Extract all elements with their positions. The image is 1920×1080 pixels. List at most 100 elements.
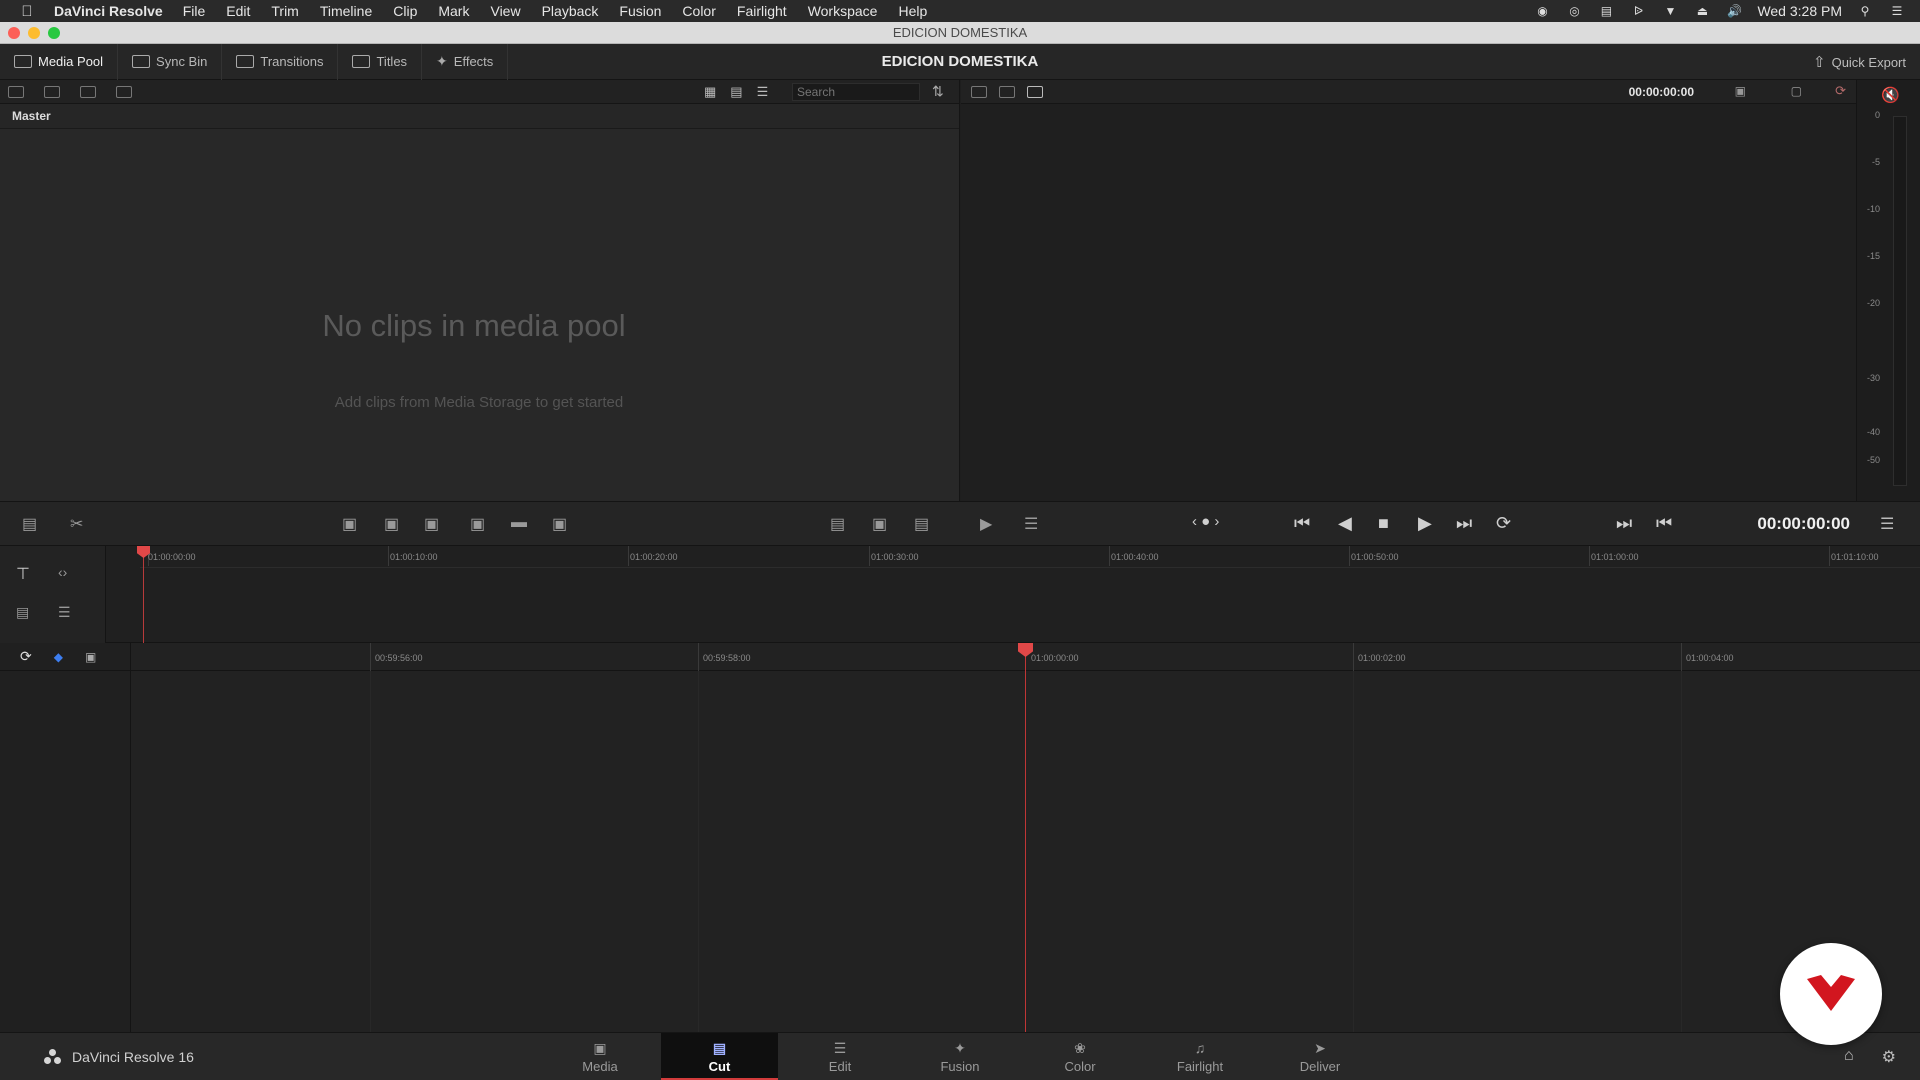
upper-timeline[interactable]: ⊤ ‹› ▤ ☰ 01:00:00:00 01:00:10:00 01:00:2…	[0, 546, 1920, 643]
relink-icon[interactable]	[116, 85, 132, 98]
upper-playhead[interactable]	[143, 546, 144, 643]
fit-to-fill-icon[interactable]: ▣	[872, 514, 887, 534]
sync-bin-button[interactable]: Sync Bin	[118, 43, 223, 80]
bin-name[interactable]: Master	[0, 104, 959, 129]
import-folder-icon[interactable]	[80, 85, 96, 98]
go-to-out-icon[interactable]: ⏮	[1656, 513, 1672, 534]
thumbnail-view-icon[interactable]: ▦	[704, 84, 716, 100]
eject-icon[interactable]: ⏏	[1693, 4, 1711, 18]
tab-media[interactable]: ▣ Media	[552, 1033, 648, 1080]
menu-fusion[interactable]: Fusion	[619, 3, 661, 19]
ripple-overwrite-icon[interactable]: ▣	[424, 514, 439, 534]
clip-display-icon[interactable]: ▣	[85, 650, 96, 664]
smart-bins-icon[interactable]: ▤	[22, 514, 37, 534]
apple-menu-icon[interactable]: 	[0, 3, 54, 20]
export-icon: ⇧	[1813, 54, 1826, 71]
menu-playback[interactable]: Playback	[542, 3, 599, 19]
volume-icon[interactable]: 🔊	[1725, 4, 1743, 18]
media-pool-button[interactable]: Media Pool	[0, 43, 119, 80]
place-on-top-icon[interactable]: ▬	[511, 514, 527, 532]
source-tape-icon[interactable]	[999, 86, 1015, 98]
menu-workspace[interactable]: Workspace	[808, 3, 878, 19]
audio-track-icon[interactable]: ☰	[58, 604, 71, 621]
playback-mode-icon[interactable]: ▶	[980, 514, 992, 534]
menu-view[interactable]: View	[490, 3, 520, 19]
home-icon[interactable]: ⌂	[1844, 1047, 1854, 1067]
safe-area-icon[interactable]: ▣	[1735, 84, 1746, 98]
menu-help[interactable]: Help	[898, 3, 927, 19]
tab-cut-label: Cut	[708, 1059, 731, 1074]
go-to-in-icon[interactable]: ⏭	[1616, 513, 1632, 534]
track-height-icon[interactable]: ▤	[16, 604, 29, 621]
menu-clip[interactable]: Clip	[393, 3, 417, 19]
bluetooth-icon[interactable]: ᐉ	[1629, 4, 1647, 18]
menu-trim[interactable]: Trim	[271, 3, 298, 19]
mute-icon[interactable]: 🔇	[1881, 86, 1900, 104]
quick-export-button[interactable]: ⇧ Quick Export	[1813, 44, 1906, 80]
minimize-window-icon[interactable]	[28, 27, 40, 39]
audio-waveform-icon[interactable]: ▤	[914, 514, 929, 534]
sidebar-toggle-icon[interactable]	[8, 85, 24, 98]
filmstrip-view-icon[interactable]: ▤	[730, 84, 742, 100]
notification-center-icon[interactable]: ☰	[1888, 4, 1906, 18]
screen-record-icon[interactable]: ◉	[1533, 4, 1551, 18]
stop-icon[interactable]: ■	[1378, 513, 1389, 534]
loop-icon[interactable]: ⟳	[1496, 513, 1511, 534]
menu-app-name[interactable]: DaVinci Resolve	[54, 3, 163, 19]
transitions-button[interactable]: Transitions	[222, 43, 339, 80]
viewer-mode-icon[interactable]: ▢	[1791, 84, 1802, 98]
media-pool-search-input[interactable]	[792, 83, 920, 101]
skip-to-end-icon[interactable]: ⏭	[1456, 513, 1472, 534]
drive-icon[interactable]: ▤	[1597, 4, 1615, 18]
snap-tool-icon[interactable]: ⊤	[16, 564, 30, 584]
viewer-settings-icon[interactable]: ☰	[1024, 514, 1038, 534]
source-clip-icon[interactable]	[971, 86, 987, 98]
viewer-panel: 00:00:00:00 ▣ ▢ ⟳	[961, 80, 1856, 501]
spotlight-search-icon[interactable]: ⚲	[1856, 4, 1874, 18]
tab-fairlight[interactable]: ♫ Fairlight	[1152, 1033, 1248, 1080]
options-menu-icon[interactable]: ☰	[1880, 514, 1894, 534]
menu-fairlight[interactable]: Fairlight	[737, 3, 787, 19]
tab-cut[interactable]: ▤ Cut	[661, 1033, 778, 1080]
wifi-icon[interactable]: ▼	[1661, 4, 1679, 18]
menu-color[interactable]: Color	[682, 3, 715, 19]
lower-timeline[interactable]: ⟳ ◆ ▣ 00:59:56:00 00:59:58:00 01:00:00:0…	[0, 643, 1920, 1032]
tab-fusion[interactable]: ✦ Fusion	[912, 1033, 1008, 1080]
marker-icon[interactable]: ◆	[54, 650, 63, 664]
list-view-icon[interactable]: ☰	[757, 84, 769, 100]
menu-edit[interactable]: Edit	[226, 3, 250, 19]
razor-tool-icon[interactable]: ⟳	[20, 648, 32, 665]
close-window-icon[interactable]	[8, 27, 20, 39]
creative-cloud-icon[interactable]: ◎	[1565, 4, 1583, 18]
trim-tool-icon[interactable]: ‹›	[58, 564, 67, 580]
timeline-view-icon[interactable]	[1027, 86, 1043, 98]
lower-playhead[interactable]	[1025, 643, 1026, 1032]
tab-edit[interactable]: ☰ Edit	[792, 1033, 888, 1080]
import-media-icon[interactable]	[44, 85, 60, 98]
menu-timeline[interactable]: Timeline	[320, 3, 372, 19]
settings-gear-icon[interactable]: ⚙	[1882, 1047, 1896, 1067]
play-reverse-icon[interactable]: ◀	[1338, 513, 1352, 534]
play-icon[interactable]: ▶	[1418, 513, 1432, 534]
meter-tick: -15	[1866, 251, 1880, 261]
split-clip-icon[interactable]: ▤	[830, 514, 845, 534]
titles-button[interactable]: Titles	[338, 43, 423, 80]
sort-icon[interactable]: ⇅	[932, 83, 944, 100]
close-up-icon[interactable]: ▣	[470, 514, 485, 534]
smart-insert-icon[interactable]: ▣	[342, 514, 357, 534]
append-icon[interactable]: ▣	[384, 514, 399, 534]
upper-ruler[interactable]: 01:00:00:00 01:00:10:00 01:00:20:00 01:0…	[140, 546, 1920, 568]
media-pool-label: Media Pool	[38, 54, 104, 69]
prev-clip-icon[interactable]: ‹ ● ›	[1192, 513, 1219, 530]
menubar-clock[interactable]: Wed 3:28 PM	[1757, 3, 1842, 19]
skip-to-start-icon[interactable]: ⏮	[1294, 513, 1310, 534]
menu-file[interactable]: File	[183, 3, 206, 19]
scissors-icon[interactable]: ✂	[70, 514, 83, 534]
zoom-window-icon[interactable]	[48, 27, 60, 39]
tab-color[interactable]: ❀ Color	[1032, 1033, 1128, 1080]
audio-scrub-icon[interactable]: ⟳	[1835, 83, 1846, 99]
source-overwrite-icon[interactable]: ▣	[552, 514, 567, 534]
effects-button[interactable]: ✦ Effects	[422, 43, 509, 80]
tab-deliver[interactable]: ➤ Deliver	[1272, 1033, 1368, 1080]
menu-mark[interactable]: Mark	[438, 3, 469, 19]
